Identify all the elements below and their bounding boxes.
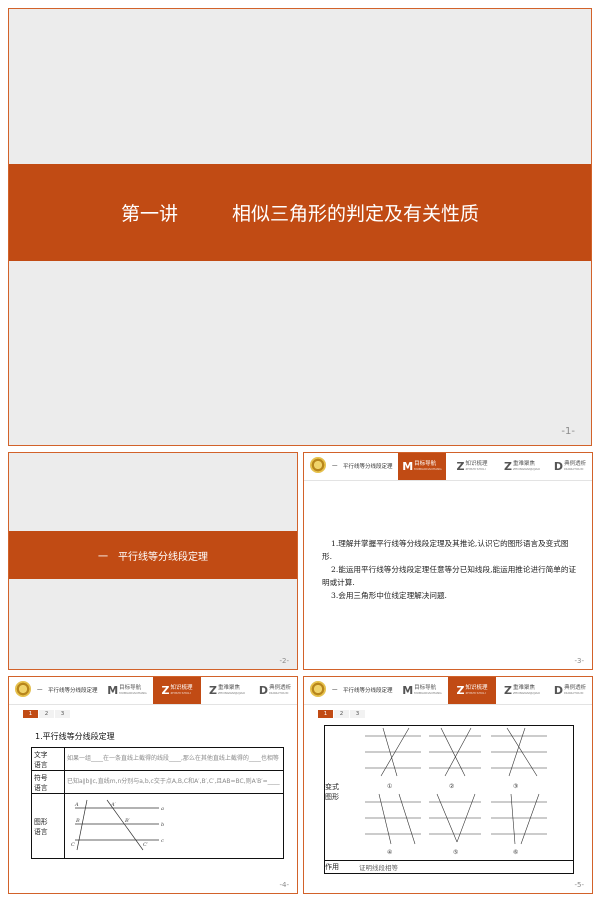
section-band: 一 平行线等分线段定理 — [9, 531, 297, 579]
row-head: 图形 语言 — [31, 793, 65, 859]
section-title: 1.平行线等分线段定理 — [35, 732, 115, 741]
table-row: 文字 语言 如果一组____在一条直线上截得的线段____,那么在其他直线上截得… — [31, 747, 284, 771]
variant-label: 变式 图形 — [325, 783, 339, 801]
header-title: 一 平行线等分线段定理 — [332, 464, 393, 470]
use-label: 作用 — [325, 863, 339, 871]
row-content: 如果一组____在一条直线上截得的线段____,那么在其他直线上截得的____也… — [64, 747, 284, 771]
header-title: 一 平行线等分线段定理 — [37, 688, 98, 694]
slide-2: 一 平行线等分线段定理 -2- — [8, 452, 298, 670]
slide-header: 一 平行线等分线段定理 M 目标导航 MUBIAODAOHANG Z 知识梳理 ZHIS… — [304, 453, 592, 481]
svg-text:c: c — [161, 838, 164, 844]
slide-5: 一 平行线等分线段定理 M 目标导航 MUBIAODAOHANG Z 知识梳理 ZHIS… — [303, 676, 593, 894]
use-text: 证明线段相等 — [359, 864, 398, 872]
fig-label-1: ① — [387, 783, 392, 790]
slide-3: 一 平行线等分线段定理 M 目标导航 MUBIAODAOHANG Z 知识梳理 ZHIS… — [303, 452, 593, 670]
pager: 1 2 3 — [318, 710, 366, 718]
objective-1: 1.理解并掌握平行线等分线段定理及其推论,认识它的图形语言及变式图形. — [322, 539, 569, 561]
tab-target-navigation[interactable]: M 目标导航 MUBIAODAOHANG — [398, 677, 446, 704]
pager-2[interactable]: 2 — [39, 710, 54, 718]
section-title: 一 平行线等分线段定理 — [98, 551, 208, 563]
tab-key-points[interactable]: Z 重难聚焦 ZHONGNANJUJIAO — [498, 677, 546, 704]
page-number: -5- — [574, 881, 584, 889]
svg-text:A′: A′ — [110, 802, 117, 808]
school-logo-icon — [15, 681, 31, 697]
svg-text:b: b — [161, 822, 164, 828]
svg-text:B′: B′ — [124, 818, 131, 824]
row-head: 符号 语言 — [31, 770, 65, 794]
variant-figures: ① ② ③ ④ ⑤ ⑥ — [365, 727, 547, 856]
tab-key-points[interactable]: Z 重难聚焦 ZHONGNANJUJIAO — [203, 677, 251, 704]
tab-knowledge-review[interactable]: Z 知识梳理 ZHISHI SHULI — [153, 677, 201, 704]
tab-target-navigation[interactable]: M 目标导航 MUBIAODAOHANG — [103, 677, 151, 704]
variant-figures-box: ① ② ③ ④ ⑤ ⑥ 变式 图形 作用 证明线段相等 — [324, 725, 574, 874]
pager-2[interactable]: 2 — [334, 710, 349, 718]
page-number: -1- — [561, 426, 575, 437]
row-head: 文字 语言 — [31, 747, 65, 771]
tab-knowledge-review[interactable]: Z 知识梳理 ZHISHI SHULI — [448, 453, 496, 480]
school-logo-icon — [310, 681, 326, 697]
lecture-title: 相似三角形的判定及有关性质 — [232, 203, 480, 225]
theorem-table: 文字 语言 如果一组____在一条直线上截得的线段____,那么在其他直线上截得… — [31, 747, 284, 859]
svg-text:A: A — [74, 802, 79, 808]
pager-3[interactable]: 3 — [55, 710, 70, 718]
slide-header: 一 平行线等分线段定理 M 目标导航 MUBIAODAOHANG Z 知识梳理 ZHIS… — [9, 677, 297, 705]
slide-4: 一 平行线等分线段定理 M 目标导航 MUBIAODAOHANG Z 知识梳理 ZHIS… — [8, 676, 298, 894]
fig-label-2: ② — [449, 783, 454, 790]
slide-header: 一 平行线等分线段定理 M 目标导航 MUBIAODAOHANG Z 知识梳理 ZHIS… — [304, 677, 592, 705]
objective-3: 3.会用三角形中位线定理解决问题. — [331, 591, 447, 600]
school-logo-icon — [310, 457, 326, 473]
tab-examples[interactable]: D 典例透析 DIANLITOUXI — [546, 677, 592, 704]
figure-cell: a b c A A′ B B′ C C′ — [64, 793, 284, 859]
fig-label-6: ⑥ — [513, 849, 518, 856]
objective-2: 2.能运用平行线等分线段定理任意等分已知线段,能运用推论进行简单的证明或计算. — [322, 565, 577, 587]
tab-key-points[interactable]: Z 重难聚焦 ZHONGNANJUJIAO — [498, 453, 546, 480]
parallel-lines-figure: a b c A A′ B B′ C C′ — [71, 799, 164, 851]
slide-1: 第一讲 相似三角形的判定及有关性质 -1- — [8, 8, 592, 446]
header-title: 一 平行线等分线段定理 — [332, 688, 393, 694]
pager-3[interactable]: 3 — [350, 710, 365, 718]
tab-target-navigation[interactable]: M 目标导航 MUBIAODAOHANG — [398, 453, 446, 480]
fig-label-4: ④ — [387, 849, 392, 856]
page-number: -2- — [279, 657, 289, 665]
svg-text:B: B — [75, 818, 80, 824]
pager: 1 2 3 — [23, 710, 71, 718]
tab-examples[interactable]: D 典例透析 DIANLITOUXI — [251, 677, 297, 704]
tab-examples[interactable]: D 典例透析 DIANLITOUXI — [546, 453, 592, 480]
lecture-number: 第一讲 — [120, 203, 178, 225]
fig-label-3: ③ — [513, 783, 518, 790]
table-row: 符号 语言 已知a∥b∥c,直线m,n分别与a,b,c交于点A,B,C和A′,B… — [31, 770, 284, 794]
row-content: 已知a∥b∥c,直线m,n分别与a,b,c交于点A,B,C和A′,B′,C′,且… — [64, 770, 284, 794]
svg-text:C′: C′ — [143, 842, 149, 848]
svg-text:C: C — [71, 842, 75, 848]
fig-label-5: ⑤ — [453, 849, 458, 856]
pager-1[interactable]: 1 — [318, 710, 333, 718]
svg-text:a: a — [161, 806, 164, 812]
table-row: 图形 语言 a b c A A′ B B′ C C′ — [31, 793, 284, 859]
page-number: -4- — [279, 881, 289, 889]
tab-knowledge-review[interactable]: Z 知识梳理 ZHISHI SHULI — [448, 677, 496, 704]
row-divider — [325, 860, 573, 861]
page-number: -3- — [574, 657, 584, 665]
learning-objectives: 1.理解并掌握平行线等分线段定理及其推论,认识它的图形语言及变式图形. 2.能运… — [322, 537, 578, 602]
pager-1[interactable]: 1 — [23, 710, 38, 718]
title-band: 第一讲 相似三角形的判定及有关性质 — [9, 164, 591, 261]
